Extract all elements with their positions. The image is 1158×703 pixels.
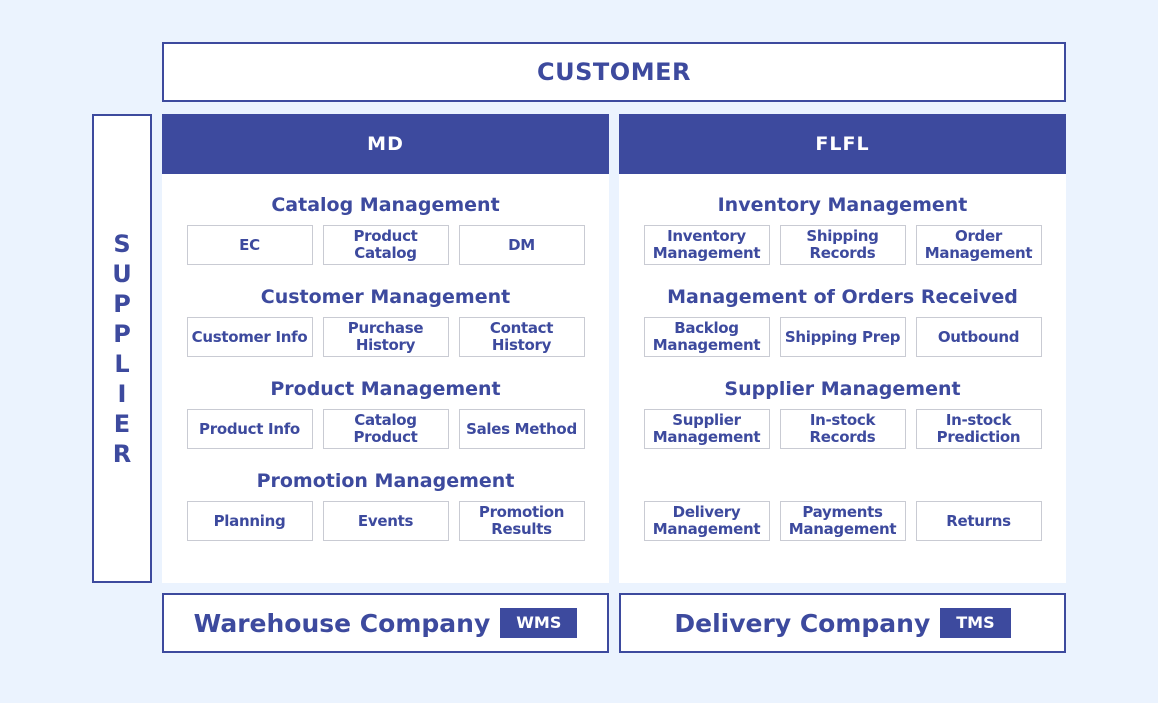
wms-tag: WMS xyxy=(500,608,578,638)
md-title: MD xyxy=(367,133,404,155)
function-box: Backlog Management xyxy=(643,317,770,357)
flfl-panel: FLFL Inventory Management Inventory Mana… xyxy=(619,114,1066,583)
function-box: Product Info xyxy=(186,409,313,449)
supplier-box: S U P P L I E R xyxy=(92,114,152,583)
function-box: In-stock Prediction xyxy=(915,409,1042,449)
section-title: Catalog Management xyxy=(271,194,500,216)
supplier-letter: P xyxy=(113,319,131,348)
supplier-letter: R xyxy=(112,439,132,468)
supplier-letter: E xyxy=(113,409,131,438)
md-section-catalog: Catalog Management EC Product Catalog DM xyxy=(162,192,609,265)
tms-tag: TMS xyxy=(940,608,1011,638)
function-box: Sales Method xyxy=(458,409,585,449)
md-section-product: Product Management Product Info Catalog … xyxy=(162,376,609,449)
function-box: Payments Management xyxy=(779,501,906,541)
function-box: Shipping Records xyxy=(779,225,906,265)
function-box: Shipping Prep xyxy=(779,317,906,357)
flfl-section-orders: Management of Orders Received Backlog Ma… xyxy=(619,284,1066,357)
warehouse-company-box: Warehouse Company WMS xyxy=(162,593,609,653)
function-box: Customer Info xyxy=(186,317,313,357)
section-title: Customer Management xyxy=(260,286,511,308)
function-box: Planning xyxy=(186,501,313,541)
section-title: Product Management xyxy=(270,378,501,400)
md-section-promotion: Promotion Management Planning Events Pro… xyxy=(162,468,609,541)
delivery-company-name: Delivery Company xyxy=(674,608,931,638)
flfl-section-inventory: Inventory Management Inventory Managemen… xyxy=(619,192,1066,265)
function-box: Order Management xyxy=(915,225,1042,265)
flfl-title: FLFL xyxy=(815,133,870,155)
flfl-section-supplier: Supplier Management Supplier Management … xyxy=(619,376,1066,449)
section-title: Promotion Management xyxy=(256,470,515,492)
function-box: Promotion Results xyxy=(458,501,585,541)
function-box: Contact History xyxy=(458,317,585,357)
supplier-letter: P xyxy=(113,289,131,318)
function-box: Outbound xyxy=(915,317,1042,357)
function-box: DM xyxy=(458,225,585,265)
flfl-header: FLFL xyxy=(619,114,1066,174)
flfl-section-delivery: Delivery Management Payments Management … xyxy=(619,468,1066,541)
function-box: Inventory Management xyxy=(643,225,770,265)
function-box: Product Catalog xyxy=(322,225,449,265)
supplier-letter: S xyxy=(113,229,131,258)
function-box: Delivery Management xyxy=(643,501,770,541)
function-box: Returns xyxy=(915,501,1042,541)
supplier-letter: I xyxy=(117,379,127,408)
function-box: Catalog Product xyxy=(322,409,449,449)
delivery-company-box: Delivery Company TMS xyxy=(619,593,1066,653)
md-section-customer: Customer Management Customer Info Purcha… xyxy=(162,284,609,357)
function-box: Events xyxy=(322,501,449,541)
md-panel: MD Catalog Management EC Product Catalog… xyxy=(162,114,609,583)
customer-box: CUSTOMER xyxy=(162,42,1066,102)
section-title: Inventory Management xyxy=(717,194,968,216)
supplier-letter: U xyxy=(112,259,132,288)
function-box: EC xyxy=(186,225,313,265)
warehouse-company-name: Warehouse Company xyxy=(193,608,491,638)
section-title: Management of Orders Received xyxy=(667,286,1018,308)
function-box: Purchase History xyxy=(322,317,449,357)
section-title xyxy=(619,468,1066,494)
function-box: In-stock Records xyxy=(779,409,906,449)
md-header: MD xyxy=(162,114,609,174)
function-box: Supplier Management xyxy=(643,409,770,449)
section-title: Supplier Management xyxy=(724,378,961,400)
supplier-letter: L xyxy=(114,349,130,378)
customer-label: CUSTOMER xyxy=(537,58,691,86)
